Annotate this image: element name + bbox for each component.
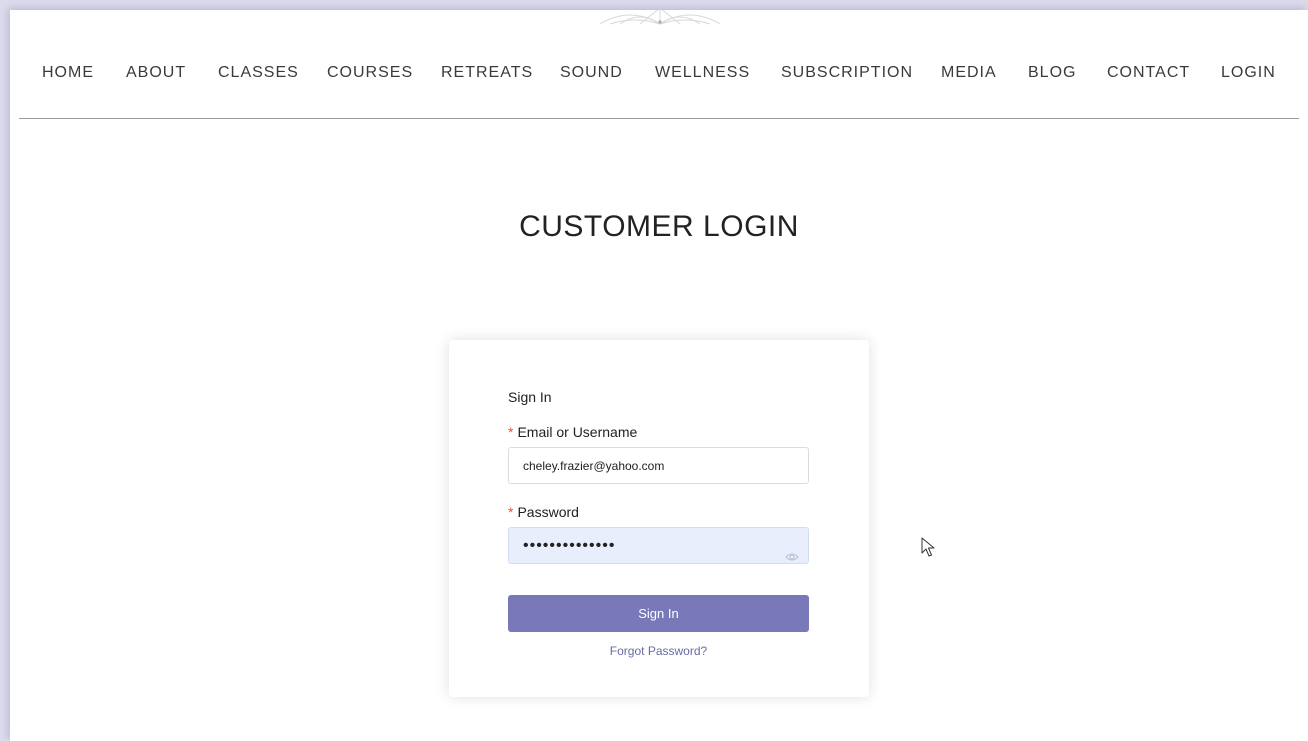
eye-icon[interactable]: [785, 552, 799, 562]
nav-item-retreats[interactable]: RETREATS: [441, 64, 533, 82]
email-label: * Email or Username: [508, 424, 637, 440]
nav-item-login[interactable]: LOGIN: [1221, 64, 1276, 82]
nav-item-subscription[interactable]: SUBSCRIPTION: [781, 64, 913, 82]
nav-item-sound[interactable]: SOUND: [560, 64, 623, 82]
nav-item-home[interactable]: HOME: [42, 64, 94, 82]
mouse-cursor-icon: [921, 537, 935, 557]
main-navigation: HOME ABOUT CLASSES COURSES RETREATS SOUN…: [10, 10, 1308, 118]
nav-item-contact[interactable]: CONTACT: [1107, 64, 1190, 82]
login-card: Sign In *Email or Username *Password Sig…: [449, 340, 869, 697]
nav-item-media[interactable]: MEDIA: [941, 64, 997, 82]
email-input[interactable]: [508, 447, 809, 484]
browser-viewport: HOME ABOUT CLASSES COURSES RETREATS SOUN…: [10, 10, 1308, 741]
nav-item-courses[interactable]: COURSES: [327, 64, 413, 82]
required-marker: *: [508, 504, 514, 520]
email-label-text: Email or Username: [517, 424, 638, 440]
forgot-password-link[interactable]: Forgot Password?: [508, 644, 809, 658]
sign-in-heading: Sign In: [508, 389, 552, 405]
nav-item-blog[interactable]: BLOG: [1028, 64, 1076, 82]
sign-in-button[interactable]: Sign In: [508, 595, 809, 632]
password-label-text: Password: [517, 504, 579, 520]
nav-divider: [19, 118, 1299, 119]
password-input[interactable]: [508, 527, 809, 564]
nav-item-about[interactable]: ABOUT: [126, 64, 186, 82]
password-label: * Password: [508, 504, 579, 520]
nav-item-wellness[interactable]: WELLNESS: [655, 64, 750, 82]
nav-item-classes[interactable]: CLASSES: [218, 64, 299, 82]
page-title: CUSTOMER LOGIN: [519, 210, 799, 243]
required-marker: *: [508, 424, 514, 440]
